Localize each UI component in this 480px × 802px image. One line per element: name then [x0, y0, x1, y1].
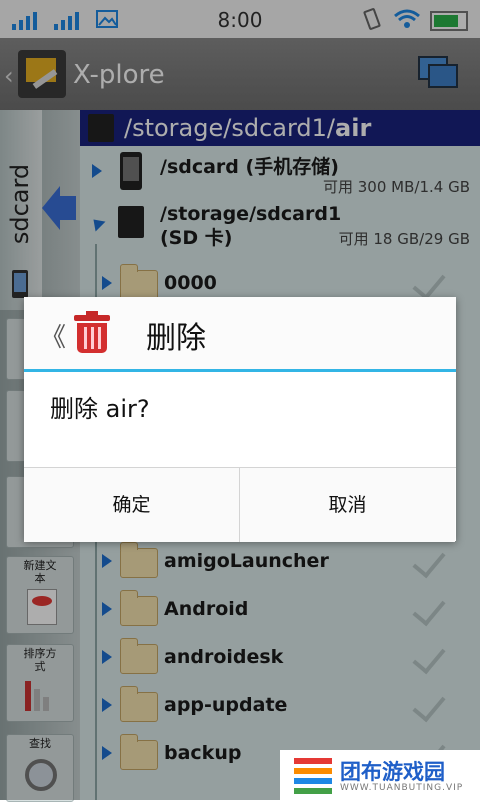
- cancel-button[interactable]: 取消: [240, 468, 455, 542]
- dialog-message: 删除 air?: [50, 395, 150, 423]
- trash-icon: [74, 311, 110, 355]
- watermark-text: 团布游戏园: [340, 760, 445, 784]
- dialog-back-icon[interactable]: 《: [40, 317, 66, 354]
- watermark: 团布游戏园 WWW.TUANBUTING.VIP: [280, 750, 480, 800]
- dialog-title: 删除: [146, 321, 206, 356]
- dialog-buttons: 确定 取消: [24, 467, 456, 542]
- confirm-button[interactable]: 确定: [24, 468, 240, 542]
- watermark-subtext: WWW.TUANBUTING.VIP: [340, 783, 464, 793]
- delete-dialog: 《 删除 删除 air? 确定 取消: [24, 297, 456, 542]
- watermark-logo-icon: [294, 756, 332, 794]
- dialog-header: 《 删除: [24, 297, 456, 372]
